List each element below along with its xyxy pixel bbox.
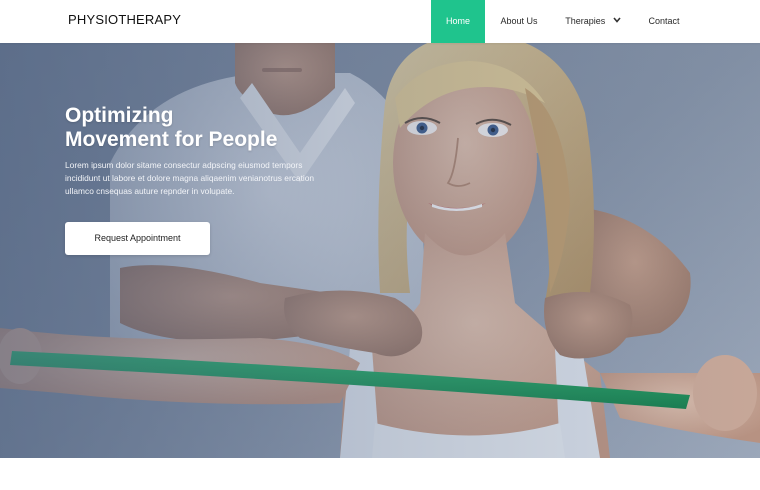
nav-item-therapies[interactable]: Therapies: [562, 0, 624, 43]
chevron-down-icon: [613, 0, 621, 42]
request-appointment-button[interactable]: Request Appointment: [65, 222, 210, 255]
hero-description-line: ullamco cnsequas auture repnder in volup…: [65, 186, 235, 196]
hero-title: Optimizing Movement for People: [65, 104, 365, 152]
hero-description-line: Lorem ipsum dolor sitame consectur adpsc…: [65, 160, 303, 170]
hero-title-line: Optimizing: [65, 104, 174, 127]
nav-item-label: Therapies: [565, 16, 606, 26]
page-content-area: [0, 458, 760, 490]
hero-title-line: Movement for People: [65, 128, 278, 151]
site-logo[interactable]: PHYSIOTHERAPY: [68, 12, 181, 27]
hero-description-line: incididunt ut labore et dolore magna ali…: [65, 173, 315, 183]
nav-item-contact[interactable]: Contact: [640, 0, 688, 43]
hero-description: Lorem ipsum dolor sitame consectur adpsc…: [65, 159, 335, 198]
hero-section: Optimizing Movement for People Lorem ips…: [0, 43, 760, 458]
nav-item-home[interactable]: Home: [431, 0, 485, 43]
nav-item-label: Home: [445, 16, 470, 26]
nav-item-label: About Us: [500, 16, 538, 26]
nav-item-about-us[interactable]: About Us: [492, 0, 546, 43]
site-header: PHYSIOTHERAPY Home About Us Therapies Co…: [0, 0, 760, 43]
nav-item-label: Contact: [648, 16, 680, 26]
